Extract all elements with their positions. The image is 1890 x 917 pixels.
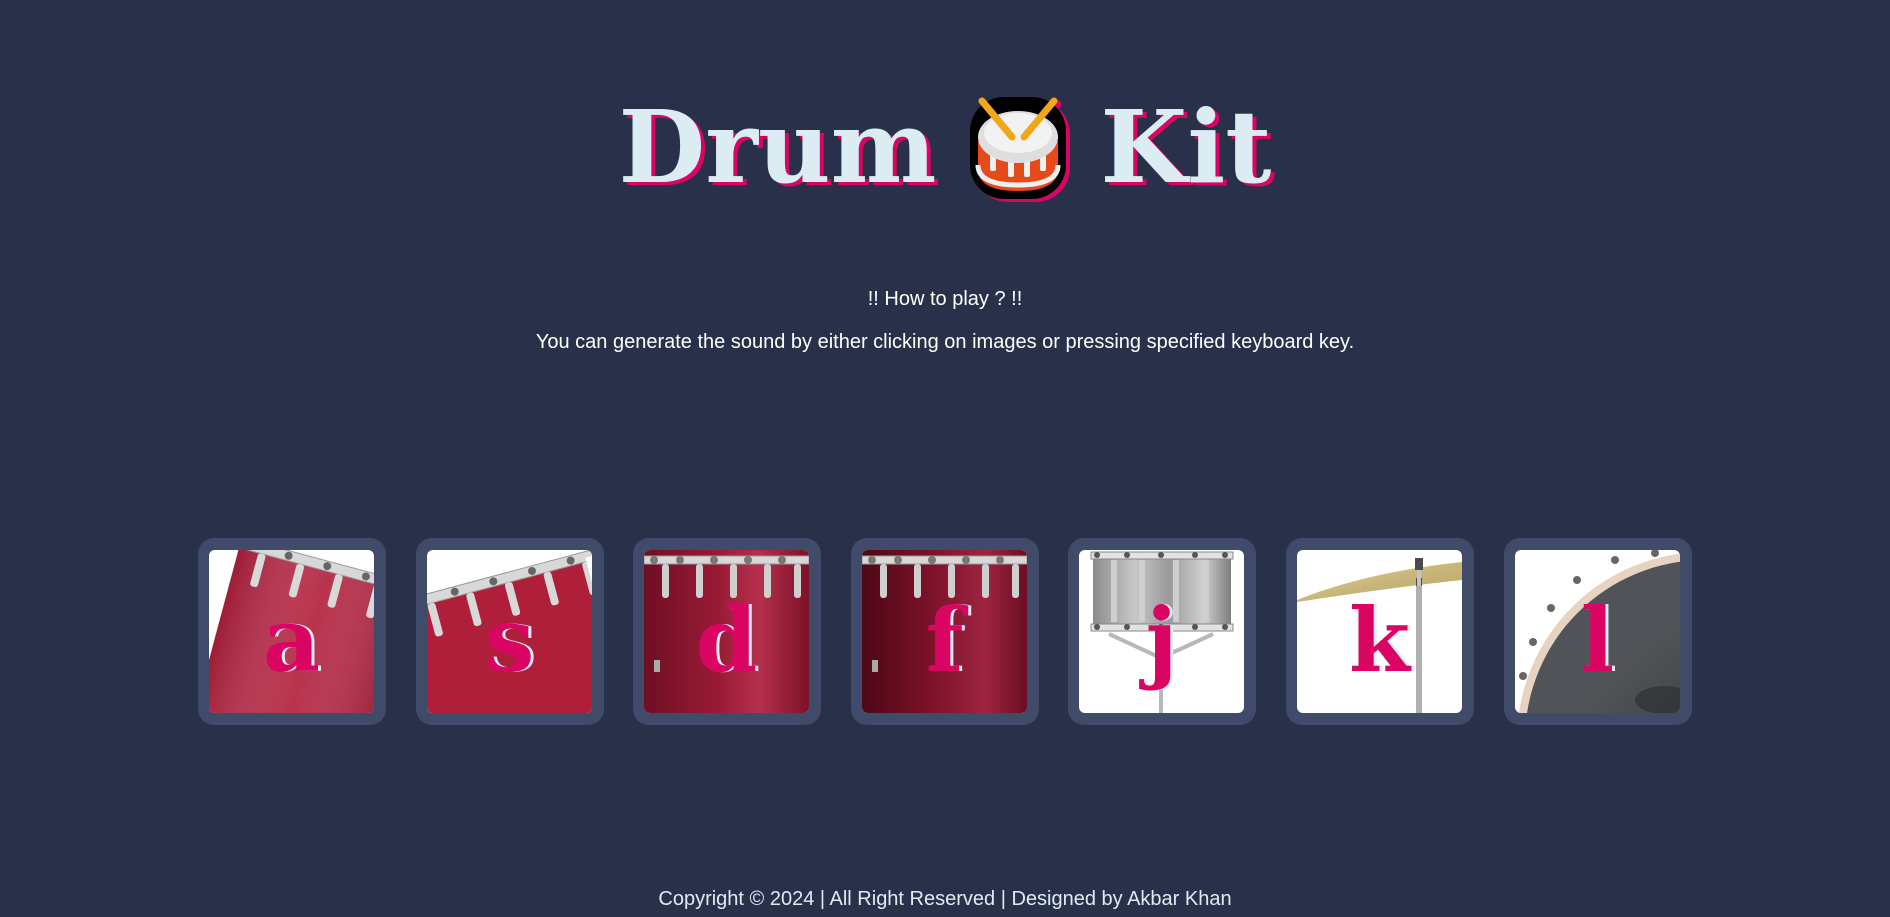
drum-button-k[interactable]: k [1286, 538, 1474, 725]
how-to-description: You can generate the sound by either cli… [535, 331, 1355, 353]
drum-key-label: f [925, 588, 964, 692]
drum-key-label: j [1145, 588, 1178, 692]
drum-image-l: l [1515, 550, 1680, 713]
drum-image-k: k [1297, 550, 1462, 713]
drum-key-label: s [484, 588, 535, 692]
drum-key-label: d [695, 588, 758, 692]
drum-image-d: d [644, 550, 809, 713]
title-kit-text: Kit [1100, 88, 1272, 207]
footer-copyright: Copyright © 2024 | All Right Reserved | … [658, 888, 1232, 910]
title-drum-text: Drum [618, 88, 937, 207]
drum-image-f: f [862, 550, 1027, 713]
drum-key-label: l [1580, 588, 1615, 692]
drum-button-a[interactable]: a [198, 538, 386, 725]
drum-key-label: k [1349, 588, 1410, 692]
drum-image-a: a [209, 550, 374, 713]
drum-image-s: s [427, 550, 592, 713]
drum-button-s[interactable]: s [416, 538, 604, 725]
drum-button-l[interactable]: l [1504, 538, 1692, 725]
drum-emoji-icon [966, 91, 1070, 203]
drum-button-d[interactable]: d [633, 538, 821, 725]
drum-pad-row: a s d f j k l [198, 538, 1692, 725]
drum-button-f[interactable]: f [851, 538, 1039, 725]
drum-button-j[interactable]: j [1068, 538, 1256, 725]
page-title: Drum Kit [0, 78, 1890, 207]
drum-image-j: j [1079, 550, 1244, 713]
how-to-heading: !! How to play ? !! [867, 288, 1023, 310]
drum-key-label: a [262, 588, 321, 692]
